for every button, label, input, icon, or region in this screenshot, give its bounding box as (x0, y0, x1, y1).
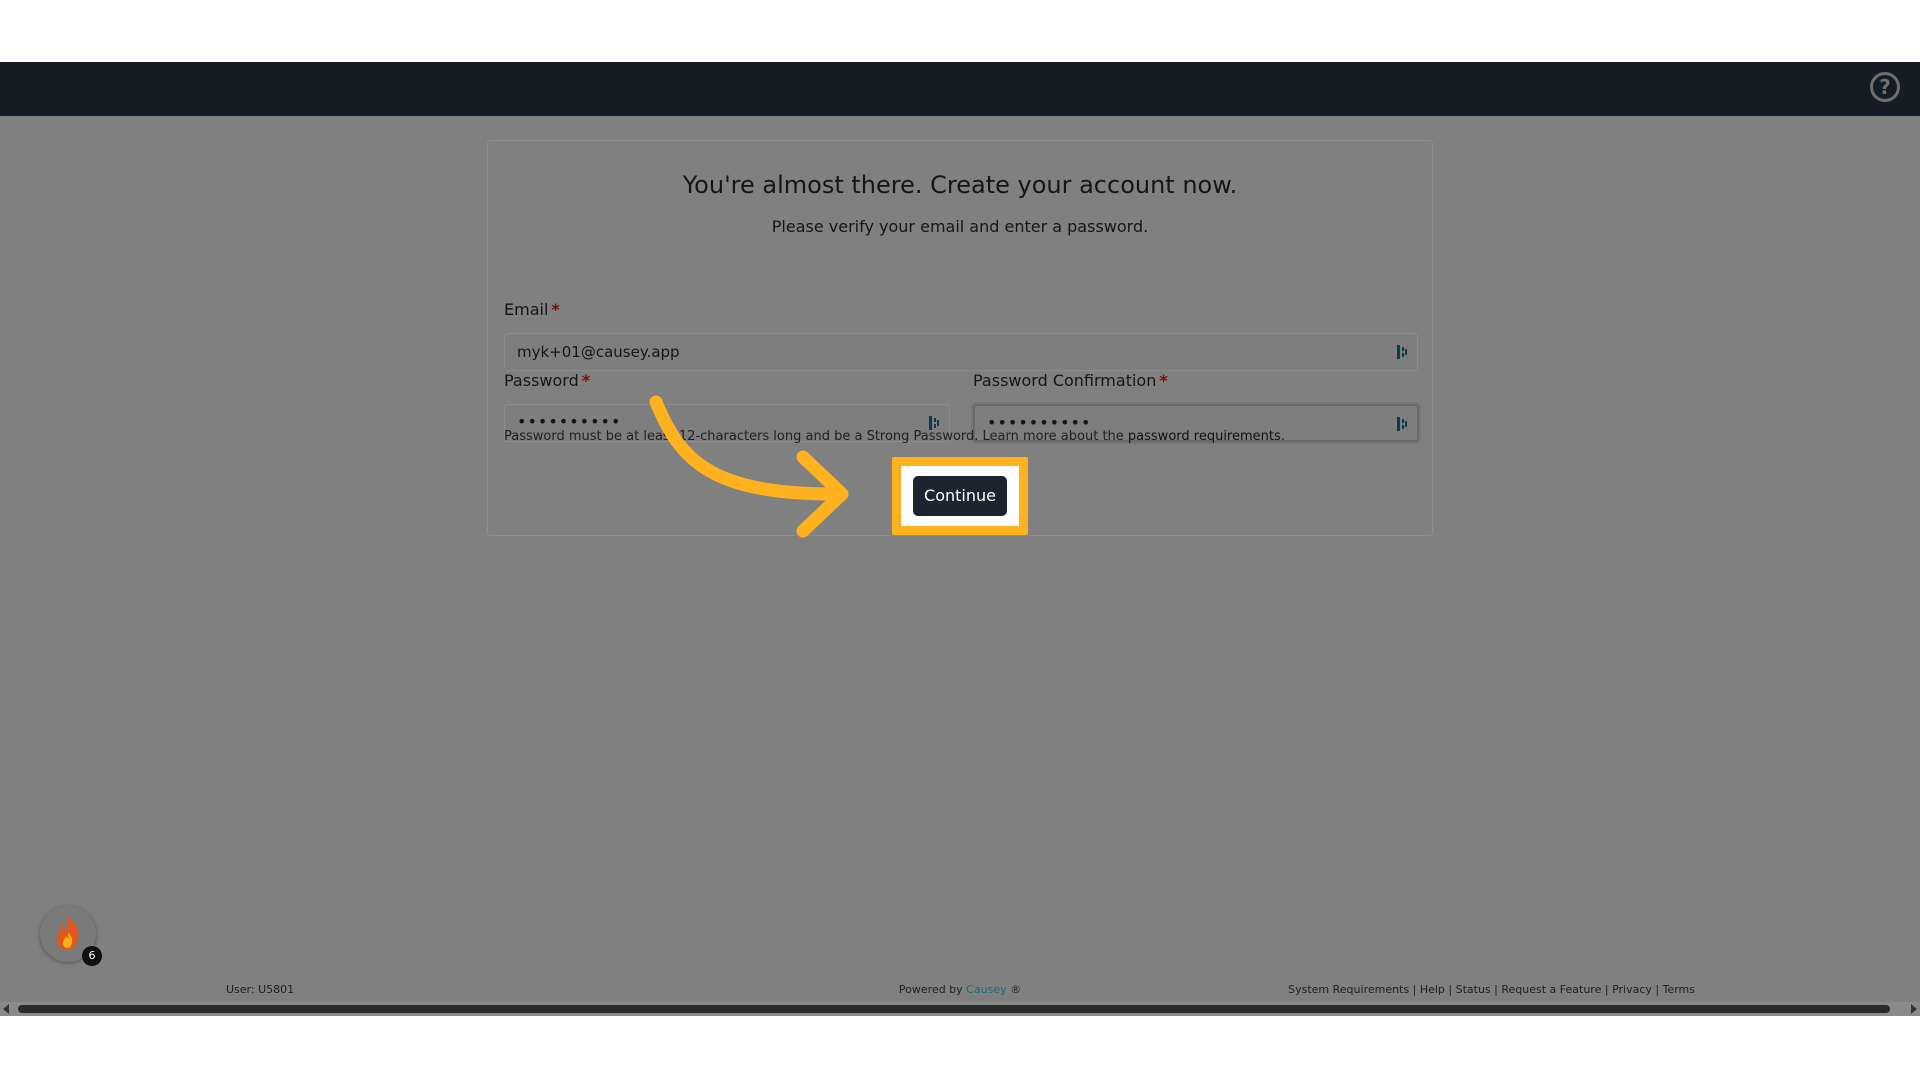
footer-link-terms[interactable]: Terms (1663, 983, 1695, 996)
password-hint: Password must be at least 12-characters … (504, 429, 1285, 444)
top-navbar: ? (0, 62, 1920, 116)
footer-link-request-feature[interactable]: Request a Feature (1501, 983, 1601, 996)
password-confirmation-label: Password Confirmation * (973, 371, 1168, 390)
page-subtitle: Please verify your email and enter a pas… (771, 217, 1149, 236)
signup-card: You're almost there. Create your account… (487, 140, 1433, 536)
horizontal-scrollbar[interactable] (0, 1002, 1920, 1016)
required-marker: * (551, 300, 560, 319)
arrow-icon (649, 395, 849, 538)
scroll-left-arrow-icon[interactable] (3, 1004, 9, 1014)
email-value: myk+01@causey.app (517, 343, 680, 361)
footer-links: System Requirements | Help | Status | Re… (1288, 983, 1695, 996)
footer-link-help[interactable]: Help (1420, 983, 1445, 996)
highlight-inner: Continue (901, 466, 1019, 526)
help-icon[interactable]: ? (1870, 72, 1900, 102)
password-label: Password * (504, 371, 591, 390)
streak-widget[interactable]: 6 (40, 906, 102, 966)
scrollbar-thumb[interactable] (18, 1005, 1890, 1013)
email-label: Email * (504, 300, 560, 319)
required-marker: * (1159, 371, 1168, 390)
footer-link-system-requirements[interactable]: System Requirements (1288, 983, 1409, 996)
main-overlay: You're almost there. Create your account… (0, 116, 1920, 978)
footer-link-privacy[interactable]: Privacy (1612, 983, 1652, 996)
causey-link[interactable]: Causey (966, 983, 1006, 996)
streak-count-badge: 6 (82, 946, 102, 966)
password-manager-icon[interactable] (1397, 345, 1407, 359)
email-field[interactable]: myk+01@causey.app (504, 333, 1418, 371)
page-title: You're almost there. Create your account… (682, 171, 1238, 199)
continue-button[interactable]: Continue (913, 476, 1007, 516)
footer: User: U5801 Powered by Causey ® System R… (0, 978, 1920, 1002)
required-marker: * (581, 371, 591, 390)
scroll-right-arrow-icon[interactable] (1911, 1004, 1917, 1014)
footer-link-status[interactable]: Status (1456, 983, 1491, 996)
highlight-box: Continue (892, 457, 1028, 535)
password-manager-icon[interactable] (1397, 417, 1407, 431)
password-requirements-link[interactable]: password requirements (1128, 429, 1281, 444)
password-manager-icon[interactable] (929, 416, 939, 430)
